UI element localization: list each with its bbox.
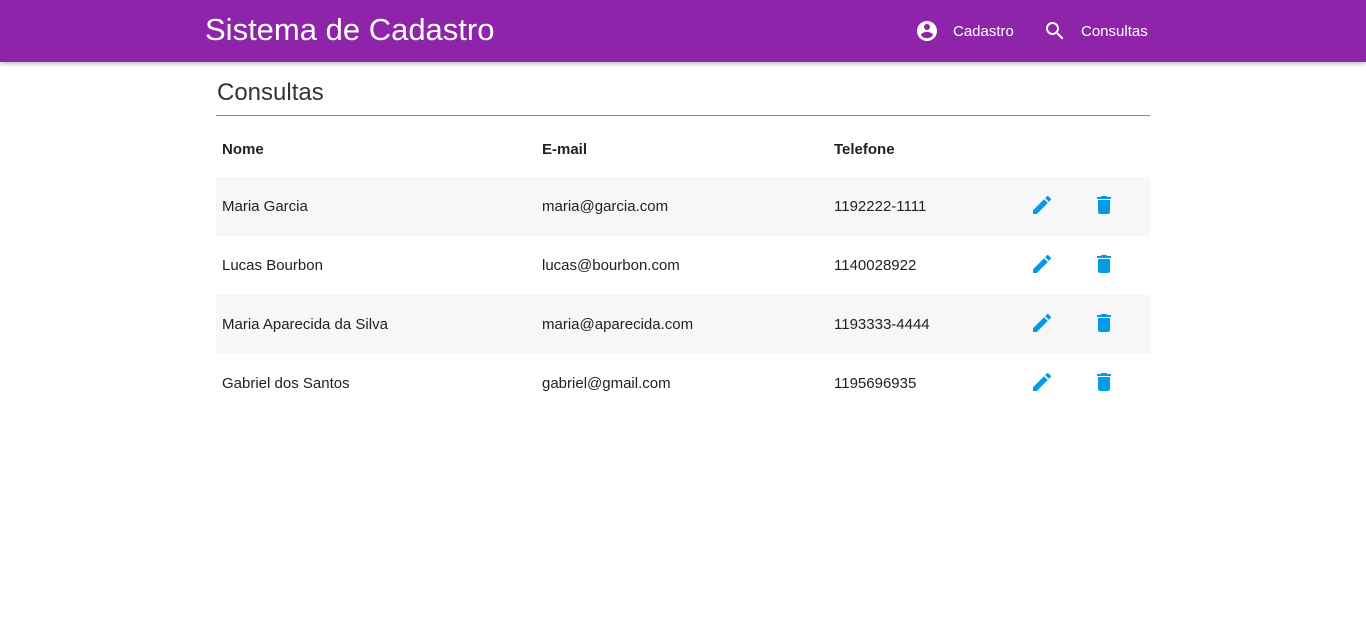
- page-title: Consultas: [217, 79, 324, 106]
- consultas-table: Nome E-mail Telefone Maria Garcia maria@…: [216, 122, 1150, 413]
- cell-email: maria@garcia.com: [542, 198, 669, 215]
- pencil-icon: [1033, 372, 1052, 391]
- cell-telefone: 1140028922: [834, 257, 917, 274]
- cell-nome: Maria Aparecida da Silva: [222, 316, 388, 333]
- cell-nome: Lucas Bourbon: [222, 257, 323, 274]
- top-navbar: Sistema de Cadastro Cadastro Consultas: [0, 0, 1366, 62]
- nav-label-cadastro: Cadastro: [953, 22, 1014, 40]
- cell-delete: [1086, 177, 1150, 236]
- delete-button[interactable]: [1092, 311, 1116, 335]
- title-divider: [216, 115, 1150, 116]
- cell-edit: [1024, 295, 1086, 354]
- account-circle-icon: [915, 19, 939, 43]
- trash-icon: [1097, 313, 1111, 332]
- cell-telefone: 1193333-4444: [834, 316, 930, 333]
- cell-nome: Maria Garcia: [222, 198, 308, 215]
- table-row: Maria Aparecida da Silva maria@aparecida…: [216, 295, 1150, 354]
- cell-edit: [1024, 177, 1086, 236]
- cell-telefone: 1192222-1111: [834, 198, 927, 215]
- column-header-email: E-mail: [542, 141, 588, 158]
- pencil-icon: [1033, 313, 1052, 332]
- search-icon: [1043, 19, 1067, 43]
- nav-item-cadastro[interactable]: Cadastro: [915, 0, 1014, 62]
- cell-edit: [1024, 236, 1086, 295]
- cell-email: gabriel@gmail.com: [542, 375, 671, 392]
- table-row: Lucas Bourbon lucas@bourbon.com 11400289…: [216, 236, 1150, 295]
- edit-button[interactable]: [1030, 311, 1054, 335]
- table-row: Gabriel dos Santos gabriel@gmail.com 119…: [216, 354, 1150, 413]
- column-header-telefone: Telefone: [834, 141, 895, 158]
- column-header-delete: [1086, 122, 1150, 177]
- table-header-row: Nome E-mail Telefone: [216, 122, 1150, 177]
- app-title[interactable]: Sistema de Cadastro: [205, 12, 494, 48]
- table-row: Maria Garcia maria@garcia.com 1192222-11…: [216, 177, 1150, 236]
- trash-icon: [1097, 372, 1111, 391]
- cell-email: lucas@bourbon.com: [542, 257, 680, 274]
- cell-delete: [1086, 354, 1150, 413]
- trash-icon: [1097, 254, 1111, 273]
- edit-button[interactable]: [1030, 370, 1054, 394]
- cell-nome: Gabriel dos Santos: [222, 375, 350, 392]
- nav-label-consultas: Consultas: [1081, 22, 1148, 40]
- cell-delete: [1086, 295, 1150, 354]
- column-header-nome: Nome: [222, 141, 264, 158]
- delete-button[interactable]: [1092, 193, 1116, 217]
- nav-item-consultas[interactable]: Consultas: [1043, 0, 1148, 62]
- pencil-icon: [1033, 195, 1052, 214]
- pencil-icon: [1033, 254, 1052, 273]
- cell-email: maria@aparecida.com: [542, 316, 694, 333]
- delete-button[interactable]: [1092, 370, 1116, 394]
- cell-edit: [1024, 354, 1086, 413]
- trash-icon: [1097, 195, 1111, 214]
- delete-button[interactable]: [1092, 252, 1116, 276]
- column-header-edit: [1024, 122, 1086, 177]
- cell-telefone: 1195696935: [834, 375, 917, 392]
- edit-button[interactable]: [1030, 252, 1054, 276]
- edit-button[interactable]: [1030, 193, 1054, 217]
- cell-delete: [1086, 236, 1150, 295]
